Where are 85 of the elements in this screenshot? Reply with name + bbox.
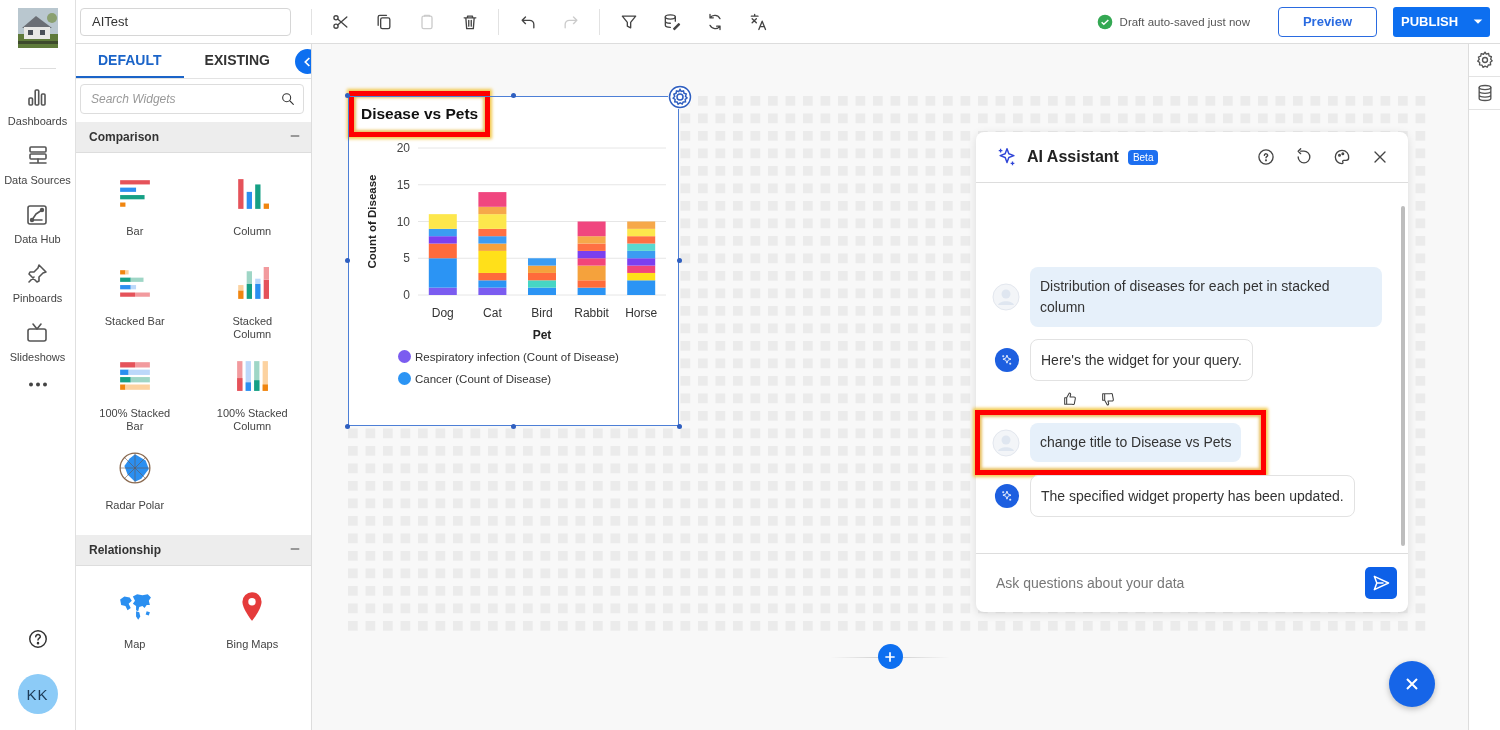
axis-label: Bird [531, 306, 553, 320]
help-button[interactable] [1256, 147, 1276, 167]
message-bubble: Here's the widget for your query. [1030, 339, 1253, 381]
widget-item[interactable]: Column [193, 177, 311, 249]
nav-item[interactable]: Dashboards [7, 85, 68, 127]
nav-item[interactable]: Data Hub [14, 203, 61, 245]
widget-item[interactable]: Stacked Bar [76, 267, 194, 341]
send-button[interactable] [1365, 567, 1397, 599]
panel-title: AI Assistant [1027, 148, 1119, 166]
beta-badge: Beta [1127, 149, 1159, 165]
chart-bar [577, 250, 606, 259]
full-stacked-bar-chart-icon [117, 359, 152, 393]
group-header[interactable]: Comparison [76, 122, 311, 153]
axis-label: Horse [625, 306, 658, 320]
search-icon [280, 91, 296, 107]
axis-label: 20 [396, 141, 410, 155]
assistant-avatar-icon [994, 483, 1020, 509]
axis-label: Dog [431, 306, 454, 320]
panel-tab[interactable]: DEFAULT [76, 44, 184, 78]
user-avatar[interactable]: KK [17, 674, 58, 714]
radar-chart-icon [117, 451, 152, 485]
legend-label: Cancer (Count of Disease) [415, 372, 552, 385]
axis-label: Cat [483, 306, 502, 320]
axis-label: Rabbit [574, 306, 609, 320]
graph-icon [25, 203, 50, 227]
more-icon [28, 381, 47, 387]
group-title: Comparison [89, 130, 159, 144]
message-bubble: The specified widget property has been updated. [1030, 475, 1355, 517]
widget-item[interactable]: Stacked Column [193, 267, 311, 341]
message-bubble: Distribution of diseases for each pet in stacked column [1030, 267, 1382, 327]
close-assistant-button[interactable] [1389, 661, 1435, 707]
chart-bar [627, 250, 656, 259]
group-title: Relationship [89, 543, 161, 557]
nav-item[interactable]: Data Sources [4, 144, 71, 186]
publish-button[interactable]: PUBLISH [1393, 6, 1490, 37]
add-widget-button[interactable] [877, 644, 903, 669]
scrollbar[interactable] [1401, 206, 1405, 546]
widget-item[interactable]: Map [76, 590, 194, 662]
axis-label: 15 [396, 177, 410, 192]
tv-icon [25, 321, 50, 345]
palette-button[interactable] [1332, 147, 1352, 167]
full-stacked-column-chart-icon [235, 359, 270, 393]
column-chart-icon [235, 177, 270, 211]
thumbs-down-button[interactable] [1100, 391, 1116, 407]
user-avatar-icon [992, 283, 1020, 311]
send-icon [1371, 573, 1391, 593]
legend-label: Respiratory infection (Count of Disease) [415, 350, 619, 363]
widget-item[interactable]: Bing Maps [193, 590, 311, 662]
nav-item[interactable]: Pinboards [12, 262, 63, 304]
axis-label: 0 [403, 288, 410, 302]
search-field[interactable]: Search Widgets [80, 84, 304, 114]
thumbs-down-icon [1100, 391, 1116, 407]
nav-item[interactable]: Slideshows [9, 321, 66, 363]
axis-label: 10 [396, 214, 410, 229]
stacked-column-chart-icon [235, 267, 270, 301]
save-status: Draft auto-saved just now [1119, 15, 1250, 28]
axis-title: Pet [532, 328, 552, 342]
widget-item[interactable]: 100% Stacked Bar [76, 359, 194, 433]
message-bubble: change title to Disease vs Pets [1030, 423, 1242, 462]
sparkle-icon [996, 146, 1018, 168]
palette-icon [1332, 147, 1352, 167]
title-field[interactable]: AITest [80, 7, 291, 36]
thumbs-up-button[interactable] [1062, 391, 1078, 407]
help-button[interactable] [26, 628, 49, 650]
assistant-avatar-icon [994, 347, 1020, 373]
widget-item[interactable]: Bar [76, 177, 194, 249]
widget-item[interactable]: Radar Polar [76, 451, 194, 523]
check-circle-icon [1096, 13, 1113, 30]
chart-bar [528, 272, 556, 281]
widget-item[interactable]: 100% Stacked Column [193, 359, 311, 433]
user-avatar-icon [992, 428, 1020, 457]
help-icon [26, 628, 49, 650]
axis-title: Count of Disease [366, 174, 378, 269]
chart-bar [627, 228, 656, 237]
pin-icon [25, 262, 50, 286]
widget-settings-button[interactable] [668, 85, 692, 109]
panel-tab[interactable]: EXISTING [183, 44, 291, 78]
settings-icon [1474, 50, 1495, 70]
group-header[interactable]: Relationship [76, 535, 311, 566]
thumbs-up-icon [1062, 391, 1078, 407]
axis-label: 5 [403, 251, 410, 266]
widget-title: Disease vs Pets [361, 105, 479, 122]
settings-icon [668, 85, 692, 109]
preview-button[interactable]: Preview [1278, 6, 1377, 37]
help-icon [1256, 147, 1276, 167]
